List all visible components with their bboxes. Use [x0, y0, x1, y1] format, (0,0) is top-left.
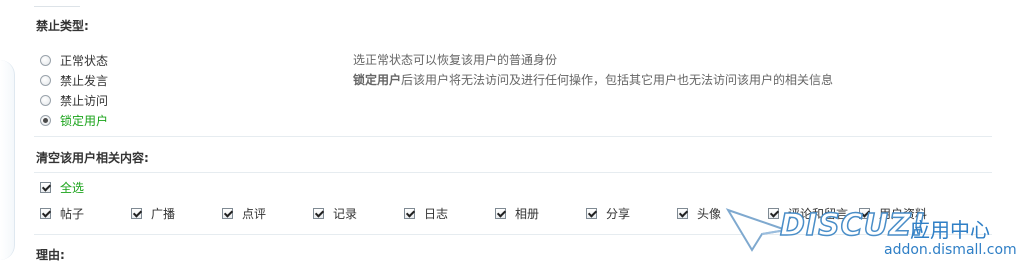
desc-normal: 选正常状态可以恢复该用户的普通身份 — [353, 53, 558, 67]
radio-option-mute[interactable]: 禁止发言 — [40, 71, 108, 89]
checkbox-records[interactable] — [313, 207, 324, 219]
check-item-blogs[interactable]: 日志 — [404, 205, 448, 221]
desc-lock: 锁定用户后该用户将无法访问及进行任何操作，包括其它用户也无法访问该用户的相关信息 — [353, 71, 833, 88]
radio-option-lock[interactable]: 锁定用户 — [40, 111, 108, 129]
checkbox-avatar[interactable] — [677, 207, 688, 219]
section-divider — [34, 172, 992, 173]
radio-lock[interactable] — [40, 114, 51, 126]
checkbox-comments[interactable] — [222, 207, 233, 219]
check-item-profile[interactable]: 用户资料 — [859, 205, 927, 221]
top-divider — [34, 6, 80, 7]
desc-lock-rest: 后该用户将无法访问及进行任何操作，包括其它用户也无法访问该用户的相关信息 — [401, 73, 834, 87]
section-divider — [34, 136, 992, 137]
check-item-comments[interactable]: 点评 — [222, 205, 266, 221]
checkbox-albums[interactable] — [495, 207, 506, 219]
left-panel-accent — [0, 60, 15, 260]
check-item-broadcast[interactable]: 广播 — [131, 205, 175, 221]
label-broadcast: 广播 — [151, 206, 176, 221]
select-all-item[interactable]: 全选 — [40, 179, 84, 195]
label-posts: 帖子 — [60, 206, 85, 221]
check-item-records[interactable]: 记录 — [313, 205, 357, 221]
label-comments: 点评 — [242, 206, 267, 221]
checkbox-broadcast[interactable] — [131, 207, 142, 219]
check-item-comments-messages[interactable]: 评论和留言 — [768, 205, 848, 221]
clear-content-title: 清空该用户相关内容: — [36, 151, 149, 165]
checkbox-posts[interactable] — [40, 207, 51, 219]
label-comments-messages: 评论和留言 — [788, 206, 849, 221]
label-profile: 用户资料 — [879, 206, 928, 221]
label-blogs: 日志 — [424, 206, 449, 221]
radio-no-access[interactable] — [40, 94, 51, 106]
radio-mute[interactable] — [40, 74, 51, 86]
select-all-checkbox[interactable] — [40, 181, 51, 193]
desc-lock-bold: 锁定用户 — [353, 73, 402, 87]
label-shares: 分享 — [606, 206, 631, 221]
ban-type-title: 禁止类型: — [36, 19, 89, 33]
checkbox-shares[interactable] — [586, 207, 597, 219]
check-item-albums[interactable]: 相册 — [495, 205, 539, 221]
reason-title: 理由: — [36, 248, 65, 262]
label-records: 记录 — [333, 206, 358, 221]
radio-option-normal[interactable]: 正常状态 — [40, 51, 108, 69]
radio-label-no-access: 禁止访问 — [60, 93, 109, 108]
radio-option-no-access[interactable]: 禁止访问 — [40, 91, 108, 109]
radio-label-normal: 正常状态 — [60, 53, 109, 68]
radio-label-mute: 禁止发言 — [60, 73, 109, 88]
section-divider — [34, 234, 992, 235]
check-item-shares[interactable]: 分享 — [586, 205, 630, 221]
checkbox-profile[interactable] — [859, 207, 870, 219]
watermark-url: addon.dismall.com — [884, 242, 1017, 258]
check-item-avatar[interactable]: 头像 — [677, 205, 721, 221]
label-avatar: 头像 — [697, 206, 722, 221]
checkbox-blogs[interactable] — [404, 207, 415, 219]
label-albums: 相册 — [515, 206, 540, 221]
select-all-label: 全选 — [60, 180, 85, 195]
checkbox-comments-messages[interactable] — [768, 207, 779, 219]
radio-label-lock: 锁定用户 — [60, 113, 109, 128]
check-item-posts[interactable]: 帖子 — [40, 205, 84, 221]
radio-normal[interactable] — [40, 54, 51, 66]
